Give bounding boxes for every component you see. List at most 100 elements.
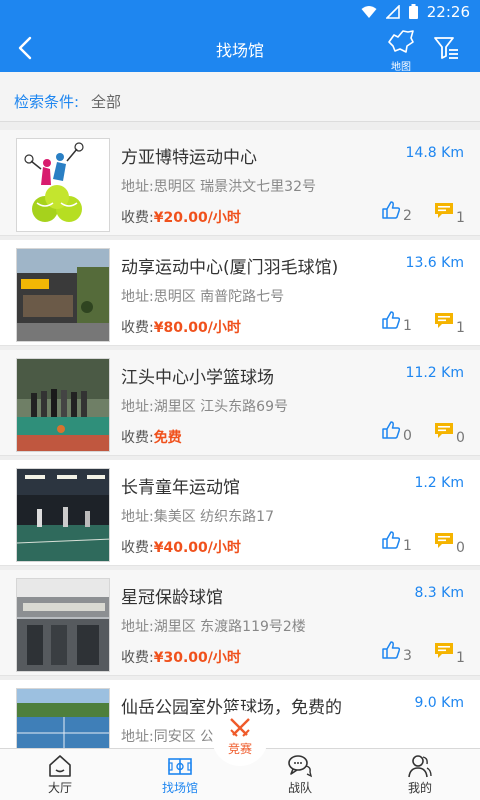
comment-icon — [435, 423, 453, 438]
comment-icon — [435, 203, 453, 218]
fee-price: ¥40.00/小时 — [153, 540, 241, 556]
fee-label: 收费: — [121, 540, 154, 556]
profile-icon — [408, 755, 432, 778]
venue-card[interactable]: 长青童年运动馆 1.2 Km 地址:集美区 纺织东路17 收费:¥40.00/小… — [0, 460, 480, 566]
tab-mine[interactable]: 我的 — [390, 753, 450, 799]
fee-price: ¥80.00/小时 — [153, 320, 241, 336]
comment-icon — [435, 643, 453, 658]
fee-label: 收费: — [121, 210, 154, 226]
comment-count: 1 — [456, 320, 465, 336]
like-button[interactable]: 0 — [381, 420, 417, 444]
venue-list[interactable]: 方亚博特运动中心 14.8 Km 地址:思明区 瑞景洪文七里32号 收费:¥20… — [0, 130, 480, 748]
search-criteria-bar[interactable]: 检索条件: 全部 — [0, 72, 480, 122]
venue-name: 江头中心小学篮球场 — [121, 368, 274, 388]
venue-icon — [168, 758, 192, 775]
venue-address: 地址:湖里区 江头东路69号 — [121, 399, 288, 415]
nav-bar: 找场馆 地图 — [0, 24, 480, 73]
thumbs-up-icon — [382, 311, 401, 329]
fee-label: 收费: — [121, 650, 154, 666]
comment-button[interactable]: 0 — [434, 422, 470, 446]
comment-count: 1 — [456, 650, 465, 666]
tab-find-venue[interactable]: 找场馆 — [150, 753, 210, 799]
fee-price: ¥20.00/小时 — [153, 210, 241, 226]
like-count: 1 — [403, 318, 412, 334]
status-icons — [361, 4, 418, 19]
criteria-label: 检索条件: — [14, 93, 80, 111]
venue-address: 地址:湖里区 东渡路119号2楼 — [121, 619, 306, 635]
team-chat-icon — [288, 755, 313, 778]
like-button[interactable]: 1 — [381, 530, 417, 554]
filter-icon — [434, 37, 458, 59]
thumbs-up-icon — [382, 201, 401, 219]
venue-distance: 9.0 Km — [414, 695, 464, 711]
tab-label: 大厅 — [47, 781, 72, 795]
wifi-icon — [361, 5, 377, 18]
competition-label: 竞赛 — [227, 742, 252, 756]
fee-label: 收费: — [121, 320, 154, 336]
like-button[interactable]: 2 — [381, 200, 417, 224]
venue-card[interactable]: 动享运动中心(厦门羽毛球馆) 13.6 Km 地址:思明区 南普陀路七号 收费:… — [0, 240, 480, 346]
tab-label: 战队 — [287, 781, 312, 795]
venue-name: 动享运动中心(厦门羽毛球馆) — [121, 258, 339, 278]
venue-fee: 收费:¥40.00/小时 — [121, 537, 241, 557]
thumbs-up-icon — [382, 421, 401, 439]
filter-button[interactable] — [432, 34, 460, 62]
venue-thumbnail — [16, 248, 110, 342]
comment-count: 1 — [456, 210, 465, 226]
venue-thumbnail — [16, 138, 110, 232]
venue-address: 地址:思明区 南普陀路七号 — [121, 289, 285, 305]
venue-card[interactable]: 星冠保龄球馆 8.3 Km 地址:湖里区 东渡路119号2楼 收费:¥30.00… — [0, 570, 480, 676]
tab-team[interactable]: 战队 — [270, 753, 330, 799]
thumbs-up-icon — [382, 641, 401, 659]
venue-distance: 13.6 Km — [405, 255, 464, 271]
like-count: 3 — [403, 648, 412, 664]
crossed-swords-icon — [230, 718, 250, 737]
like-button[interactable]: 1 — [381, 310, 417, 334]
like-count: 2 — [403, 208, 412, 224]
like-button[interactable]: 3 — [381, 640, 417, 664]
comment-button[interactable]: 1 — [434, 312, 470, 336]
fee-price: ¥30.00/小时 — [153, 650, 241, 666]
venue-name: 星冠保龄球馆 — [121, 588, 223, 608]
venue-distance: 8.3 Km — [414, 585, 464, 601]
tab-label: 找场馆 — [161, 781, 198, 795]
criteria-value: 全部 — [91, 93, 122, 111]
tab-hall[interactable]: 大厅 — [30, 753, 90, 799]
venue-address: 地址:思明区 瑞景洪文七里32号 — [121, 179, 316, 195]
venue-distance: 11.2 Km — [405, 365, 464, 381]
venue-name: 长青童年运动馆 — [121, 478, 240, 498]
venue-distance: 1.2 Km — [414, 475, 464, 491]
venue-thumbnail — [16, 468, 110, 562]
battery-icon — [409, 4, 418, 19]
venue-address: 地址:同安区 公 — [121, 729, 215, 745]
venue-name: 方亚博特运动中心 — [121, 148, 257, 168]
signal-icon — [386, 4, 400, 19]
competition-button[interactable]: 竞赛 — [212, 710, 268, 766]
like-count: 1 — [403, 538, 412, 554]
comment-count: 0 — [456, 540, 465, 556]
comment-button[interactable]: 1 — [434, 642, 470, 666]
venue-fee: 收费:¥80.00/小时 — [121, 317, 241, 337]
venue-thumbnail — [16, 578, 110, 672]
venue-fee: 收费:¥20.00/小时 — [121, 207, 241, 227]
comment-icon — [435, 533, 453, 548]
venue-thumbnail — [16, 688, 110, 748]
tab-label: 我的 — [407, 781, 432, 795]
comment-count: 0 — [456, 430, 465, 446]
venue-card[interactable]: 方亚博特运动中心 14.8 Km 地址:思明区 瑞景洪文七里32号 收费:¥20… — [0, 130, 480, 236]
comment-icon — [435, 313, 453, 328]
comment-button[interactable]: 0 — [434, 532, 470, 556]
venue-distance: 14.8 Km — [405, 145, 464, 161]
home-icon — [49, 755, 71, 777]
venue-address: 地址:集美区 纺织东路17 — [121, 509, 274, 525]
fee-label: 收费: — [121, 430, 154, 446]
venue-thumbnail — [16, 358, 110, 452]
venue-fee: 收费:免费 — [121, 427, 182, 447]
status-time: 22:26 — [426, 3, 470, 21]
map-label: 地图 — [391, 62, 411, 73]
thumbs-up-icon — [382, 531, 401, 549]
comment-button[interactable]: 1 — [434, 202, 470, 226]
venue-card[interactable]: 江头中心小学篮球场 11.2 Km 地址:湖里区 江头东路69号 收费:免费 0… — [0, 350, 480, 456]
like-count: 0 — [403, 428, 412, 444]
map-button[interactable]: 地图 — [384, 28, 418, 73]
